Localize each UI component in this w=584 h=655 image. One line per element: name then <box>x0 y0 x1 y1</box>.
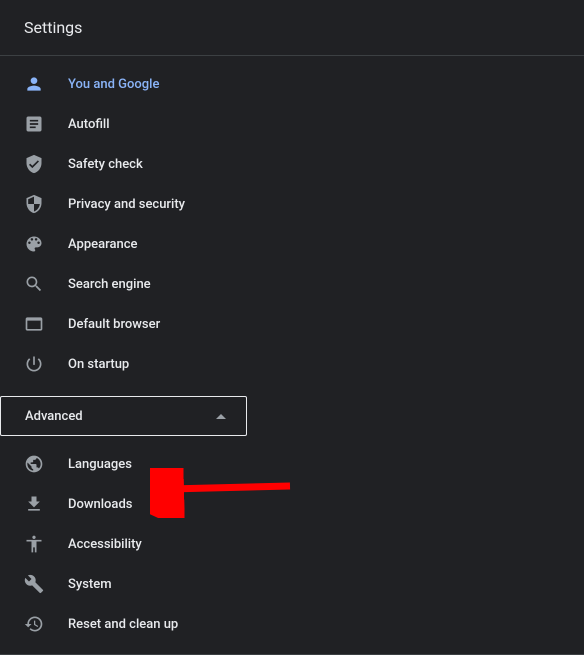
download-icon <box>24 494 44 514</box>
nav-system[interactable]: System <box>0 564 584 604</box>
nav-you-and-google[interactable]: You and Google <box>0 64 584 104</box>
nav-label: You and Google <box>68 77 159 92</box>
nav-label: System <box>68 577 112 592</box>
person-icon <box>24 74 44 94</box>
nav-on-startup[interactable]: On startup <box>0 344 584 384</box>
page-title: Settings <box>24 18 560 37</box>
nav-label: Safety check <box>68 157 143 172</box>
nav-label: Accessibility <box>68 537 142 552</box>
globe-icon <box>24 454 44 474</box>
power-icon <box>24 354 44 374</box>
browser-icon <box>24 314 44 334</box>
advanced-label: Advanced <box>25 409 83 424</box>
chevron-up-icon <box>216 414 226 419</box>
nav-appearance[interactable]: Appearance <box>0 224 584 264</box>
nav-label: Privacy and security <box>68 197 185 212</box>
nav-label: Appearance <box>68 237 137 252</box>
palette-icon <box>24 234 44 254</box>
nav-privacy-security[interactable]: Privacy and security <box>0 184 584 224</box>
reset-icon <box>24 614 44 634</box>
nav-autofill[interactable]: Autofill <box>0 104 584 144</box>
nav-label: Languages <box>68 457 132 472</box>
nav-languages[interactable]: Languages <box>0 444 584 484</box>
nav-label: Downloads <box>68 497 132 512</box>
nav-label: Search engine <box>68 277 151 292</box>
nav-downloads[interactable]: Downloads <box>0 484 584 524</box>
settings-nav: You and Google Autofill Safety check Pri… <box>0 56 584 655</box>
nav-default-browser[interactable]: Default browser <box>0 304 584 344</box>
nav-accessibility[interactable]: Accessibility <box>0 524 584 564</box>
search-icon <box>24 274 44 294</box>
settings-header: Settings <box>0 0 584 56</box>
nav-reset[interactable]: Reset and clean up <box>0 604 584 644</box>
safety-check-icon <box>24 154 44 174</box>
autofill-icon <box>24 114 44 134</box>
nav-label: On startup <box>68 357 129 372</box>
nav-safety-check[interactable]: Safety check <box>0 144 584 184</box>
shield-icon <box>24 194 44 214</box>
nav-label: Default browser <box>68 317 160 332</box>
accessibility-icon <box>24 534 44 554</box>
nav-search-engine[interactable]: Search engine <box>0 264 584 304</box>
advanced-toggle[interactable]: Advanced <box>0 396 247 436</box>
wrench-icon <box>24 574 44 594</box>
nav-label: Autofill <box>68 117 110 132</box>
nav-label: Reset and clean up <box>68 617 178 632</box>
